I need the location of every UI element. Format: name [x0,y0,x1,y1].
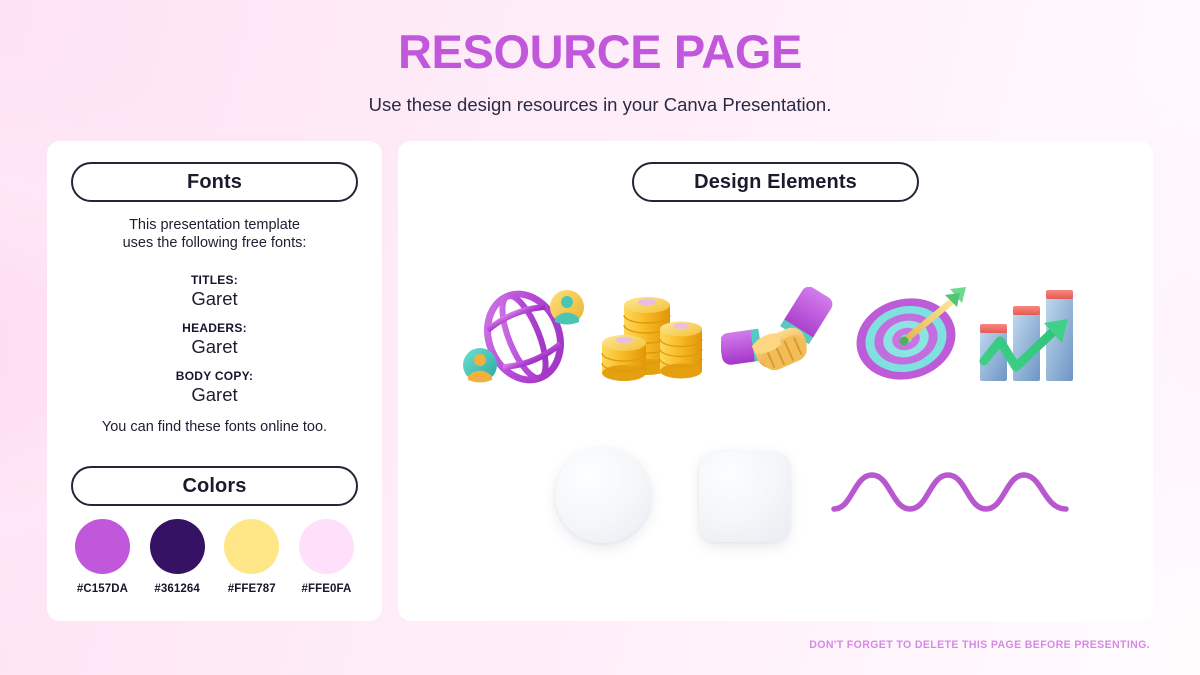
fonts-colors-card: Fonts This presentation template uses th… [47,141,382,621]
color-swatch-4[interactable]: #FFE0FA [295,519,358,595]
font-value-body-copy: Garet [191,384,238,405]
color-swatch-dot-1 [75,519,130,574]
font-label-titles: TITLES: [190,273,239,287]
color-swatch-dot-3 [224,519,280,574]
fonts-heading-label: Fonts [187,170,242,193]
font-label-body-copy: BODY COPY: [175,369,254,383]
color-swatch-hex-4: #FFE0FA [301,583,352,595]
color-swatch-dot-4 [298,519,354,574]
slide-canvas: RESOURCE PAGE Use these design resources… [0,0,1200,675]
color-swatch-dot-2 [149,519,205,574]
rounded-square-shape[interactable] [699,451,790,542]
coin-stacks-icon[interactable] [598,289,708,394]
font-group-titles: TITLES: Garet [47,273,382,310]
color-swatch-1[interactable]: #C157DA [71,519,134,595]
page-subtitle: Use these design resources in your Canva… [368,94,832,115]
font-label-headers: HEADERS: [182,321,247,335]
growth-bar-chart-icon[interactable] [978,285,1082,390]
font-value-titles: Garet [191,288,238,309]
color-swatch-hex-3: #FFE787 [227,583,276,595]
design-elements-card: Design Elements [398,141,1153,621]
fonts-outro: You can find these fonts online too. [101,419,328,435]
color-swatch-row: #C157DA #361264 #FFE787 #FFE0FA [71,519,358,595]
font-value-headers: Garet [191,336,238,357]
font-group-body-copy: BODY COPY: Garet [47,369,382,406]
color-swatch-hex-2: #361264 [154,583,200,595]
wavy-line-shape[interactable] [830,461,1070,523]
fonts-intro: This presentation template uses the foll… [47,217,382,253]
fonts-heading-pill: Fonts [71,162,358,202]
globe-network-icon[interactable] [458,281,590,394]
circle-shape[interactable] [555,447,651,543]
color-swatch-3[interactable]: #FFE787 [220,519,283,595]
fonts-intro-line-2: uses the following free fonts: [122,234,307,251]
font-group-headers: HEADERS: Garet [47,321,382,358]
handshake-icon[interactable] [719,286,841,390]
color-swatch-hex-1: #C157DA [76,583,129,595]
target-arrow-icon[interactable] [852,283,970,392]
design-elements-heading-pill: Design Elements [632,162,919,202]
fonts-intro-line-1: This presentation template [129,217,300,233]
design-elements-heading-label: Design Elements [694,170,857,193]
page-title: RESOURCE PAGE [398,25,802,78]
colors-heading-label: Colors [182,474,247,497]
color-swatch-2[interactable]: #361264 [146,519,209,595]
footer-note: DON'T FORGET TO DELETE THIS PAGE BEFORE … [809,639,1150,651]
colors-heading-pill: Colors [71,466,358,506]
design-icons-row [458,281,1098,391]
